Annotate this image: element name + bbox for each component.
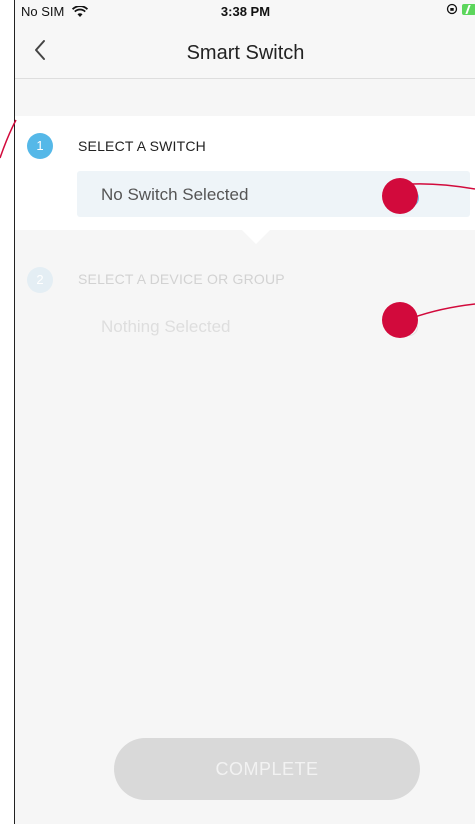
battery-charging-icon: [462, 3, 475, 15]
annotation-marker-1: [382, 178, 418, 214]
status-bar: No SIM 3:38 PM: [15, 0, 475, 22]
step-2-badge: 2: [27, 267, 53, 293]
navigation-bar: Smart Switch: [15, 22, 475, 79]
app-screen: No SIM 3:38 PM Smart Switch 1 SELECT A S…: [14, 0, 475, 824]
device-selector-value: Nothing Selected: [101, 317, 231, 336]
step-1-badge: 1: [27, 133, 53, 159]
complete-button[interactable]: COMPLETE: [114, 738, 420, 800]
status-icons: [446, 3, 475, 15]
orientation-lock-icon: [446, 3, 458, 15]
annotation-marker-2: [382, 302, 418, 338]
page-title: Smart Switch: [186, 42, 305, 64]
step-1-title: SELECT A SWITCH: [78, 138, 206, 154]
switch-selector-value: No Switch Selected: [101, 185, 249, 204]
step-divider-arrow: [242, 230, 270, 244]
status-time: 3:38 PM: [220, 4, 271, 19]
step-2-title: SELECT A DEVICE OR GROUP: [78, 271, 285, 287]
